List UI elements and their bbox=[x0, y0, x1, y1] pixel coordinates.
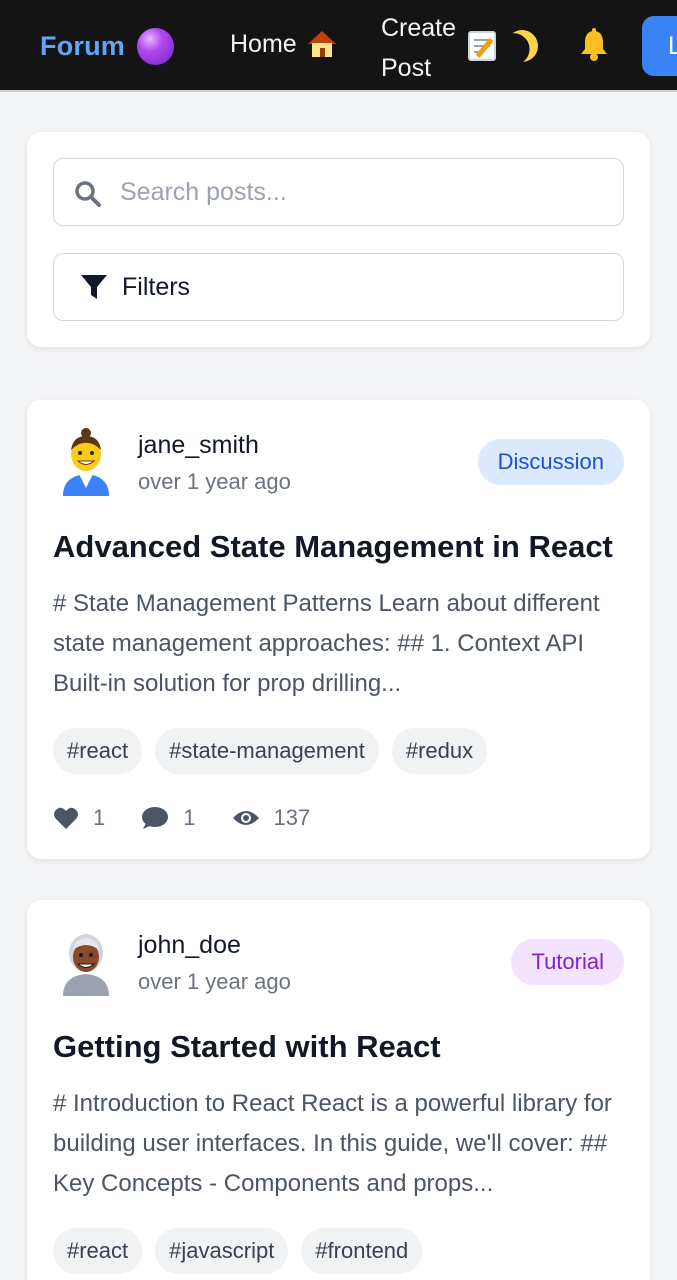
view-count: 137 bbox=[273, 805, 311, 830]
post-title[interactable]: Getting Started with React bbox=[53, 1029, 633, 1065]
tag-chip[interactable]: #react bbox=[53, 728, 143, 774]
post-card[interactable]: jane_smith over 1 year ago Discussion Ad… bbox=[27, 400, 650, 859]
tag-chip[interactable]: #state-management bbox=[155, 728, 379, 774]
login-label: Login bbox=[668, 32, 677, 60]
post-time: over 1 year ago bbox=[138, 969, 291, 994]
comment-icon bbox=[142, 807, 169, 829]
post-stats: 1 1 137 bbox=[53, 803, 346, 833]
search-panel: Filters bbox=[27, 132, 650, 347]
post-author[interactable]: jane_smith bbox=[138, 431, 259, 460]
like-count: 1 bbox=[93, 805, 106, 830]
brand-text: Forum bbox=[40, 31, 125, 61]
nav-create-label-line2: Post bbox=[381, 54, 432, 82]
tag-list: #react #state-management #redux bbox=[53, 728, 488, 774]
moon-icon[interactable] bbox=[501, 25, 542, 66]
nav-create-label-line1: Create bbox=[381, 14, 457, 42]
memo-icon bbox=[468, 31, 496, 61]
category-badge[interactable]: Discussion bbox=[477, 439, 624, 485]
brand-link[interactable]: Forum bbox=[40, 28, 174, 65]
post-title[interactable]: Advanced State Management in React bbox=[53, 529, 633, 565]
nav-create-post-link[interactable]: Create Post bbox=[381, 8, 456, 88]
man-avatar-icon bbox=[63, 934, 109, 996]
post-author[interactable]: john_doe bbox=[138, 931, 241, 960]
like-stat[interactable]: 1 bbox=[53, 805, 105, 831]
house-icon bbox=[307, 29, 337, 59]
login-button[interactable]: Login bbox=[642, 16, 677, 76]
filter-icon bbox=[81, 275, 107, 299]
search-icon bbox=[75, 181, 101, 207]
comment-stat[interactable]: 1 bbox=[141, 805, 196, 831]
tag-chip[interactable]: #react bbox=[53, 1228, 143, 1274]
filters-button[interactable]: Filters bbox=[53, 253, 624, 321]
top-navbar: Forum Home Create Post Login bbox=[0, 0, 677, 92]
nav-home-label: Home bbox=[230, 29, 297, 58]
tag-chip[interactable]: #javascript bbox=[155, 1228, 289, 1274]
tag-list: #react #javascript #frontend bbox=[53, 1228, 423, 1274]
bell-icon[interactable] bbox=[578, 28, 610, 62]
tag-chip[interactable]: #frontend bbox=[301, 1228, 423, 1274]
search-box[interactable] bbox=[53, 158, 624, 226]
post-excerpt: # State Management Patterns Learn about … bbox=[53, 590, 600, 697]
view-stat: 137 bbox=[232, 805, 311, 831]
purple-orb-icon bbox=[137, 28, 174, 65]
search-input[interactable] bbox=[120, 171, 610, 213]
tag-chip[interactable]: #redux bbox=[391, 728, 488, 774]
post-card[interactable]: john_doe over 1 year ago Tutorial Gettin… bbox=[27, 900, 650, 1280]
post-excerpt: # Introduction to React React is a power… bbox=[53, 1090, 612, 1197]
comment-count: 1 bbox=[183, 805, 196, 830]
category-badge[interactable]: Tutorial bbox=[511, 939, 624, 985]
woman-avatar-icon bbox=[63, 428, 109, 496]
filters-label: Filters bbox=[122, 272, 191, 301]
post-time: over 1 year ago bbox=[138, 469, 291, 494]
heart-icon bbox=[54, 807, 78, 829]
nav-home-link[interactable]: Home bbox=[230, 29, 337, 59]
eye-icon bbox=[232, 811, 259, 825]
